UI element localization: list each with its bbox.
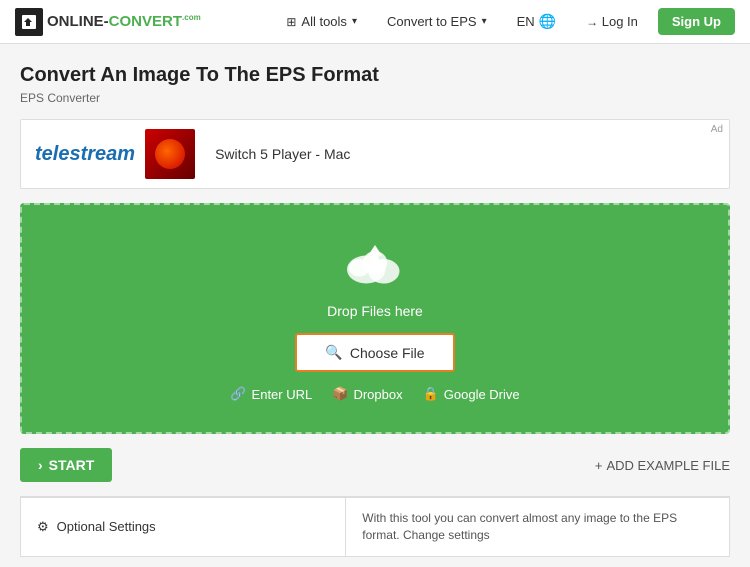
gear-icon: ⚙ bbox=[37, 519, 49, 535]
ad-image bbox=[145, 129, 195, 179]
drop-text: Drop Files here bbox=[327, 303, 423, 319]
chevron-right-icon: › bbox=[38, 457, 43, 473]
ad-circle-graphic bbox=[155, 139, 185, 169]
logo-text: ONLINE-CONVERT.com bbox=[47, 13, 201, 30]
all-tools-button[interactable]: ⊞ All tools ▾ bbox=[276, 8, 367, 35]
login-label: Log In bbox=[602, 14, 638, 29]
grid-icon: ⊞ bbox=[286, 15, 296, 29]
ad-logo: telestream bbox=[35, 129, 195, 179]
login-button[interactable]: → Log In bbox=[576, 8, 648, 35]
start-button[interactable]: › START bbox=[20, 448, 112, 482]
ad-product-text: Switch 5 Player - Mac bbox=[215, 146, 350, 162]
ad-banner: Ad telestream Switch 5 Player - Mac bbox=[20, 119, 730, 189]
ad-brand: telestream bbox=[35, 143, 135, 166]
page-content: Convert An Image To The EPS Format EPS C… bbox=[0, 44, 750, 567]
start-label: START bbox=[49, 457, 95, 473]
add-example-button[interactable]: + ADD EXAMPLE FILE bbox=[595, 458, 730, 473]
upload-icon bbox=[340, 235, 410, 293]
ad-label: Ad bbox=[711, 124, 723, 135]
choose-file-button[interactable]: 🔍 Choose File bbox=[295, 333, 454, 372]
page-subtitle: EPS Converter bbox=[20, 91, 730, 105]
convert-to-eps-button[interactable]: Convert to EPS ▾ bbox=[377, 8, 497, 35]
chevron-down-icon-2: ▾ bbox=[482, 16, 487, 27]
lang-label: EN bbox=[517, 14, 535, 29]
optional-settings[interactable]: ⚙ Optional Settings bbox=[20, 497, 346, 557]
add-example-label: ADD EXAMPLE FILE bbox=[606, 458, 730, 473]
signup-label: Sign Up bbox=[672, 14, 721, 29]
google-drive-icon: 🔒 bbox=[423, 386, 439, 402]
logo[interactable]: ONLINE-CONVERT.com bbox=[15, 8, 201, 36]
convert-to-eps-label: Convert to EPS bbox=[387, 14, 477, 29]
upload-area: Drop Files here 🔍 Choose File 🔗 Enter UR… bbox=[20, 203, 730, 434]
action-bar: › START + ADD EXAMPLE FILE bbox=[20, 448, 730, 482]
dropbox-label: Dropbox bbox=[353, 387, 402, 402]
info-text: With this tool you can convert almost an… bbox=[346, 497, 730, 557]
enter-url-label: Enter URL bbox=[252, 387, 313, 402]
language-button[interactable]: EN 🌐 bbox=[507, 7, 567, 36]
link-icon: 🔗 bbox=[230, 386, 246, 402]
search-icon: 🔍 bbox=[325, 344, 342, 361]
signup-button[interactable]: Sign Up bbox=[658, 8, 735, 35]
logo-icon bbox=[15, 8, 43, 36]
dropbox-link[interactable]: 📦 Dropbox bbox=[332, 386, 402, 402]
page-title: Convert An Image To The EPS Format bbox=[20, 64, 730, 87]
google-drive-link[interactable]: 🔒 Google Drive bbox=[423, 386, 520, 402]
enter-url-link[interactable]: 🔗 Enter URL bbox=[230, 386, 312, 402]
globe-icon: 🌐 bbox=[539, 13, 556, 30]
upload-links: 🔗 Enter URL 📦 Dropbox 🔒 Google Drive bbox=[230, 386, 519, 402]
bottom-section: ⚙ Optional Settings With this tool you c… bbox=[20, 496, 730, 557]
header: ONLINE-CONVERT.com ⊞ All tools ▾ Convert… bbox=[0, 0, 750, 44]
optional-settings-label: Optional Settings bbox=[57, 519, 156, 534]
plus-icon: + bbox=[595, 458, 603, 473]
dropbox-icon: 📦 bbox=[332, 386, 348, 402]
chevron-down-icon: ▾ bbox=[352, 16, 357, 27]
all-tools-label: All tools bbox=[301, 14, 347, 29]
google-drive-label: Google Drive bbox=[444, 387, 520, 402]
choose-file-label: Choose File bbox=[350, 345, 425, 361]
